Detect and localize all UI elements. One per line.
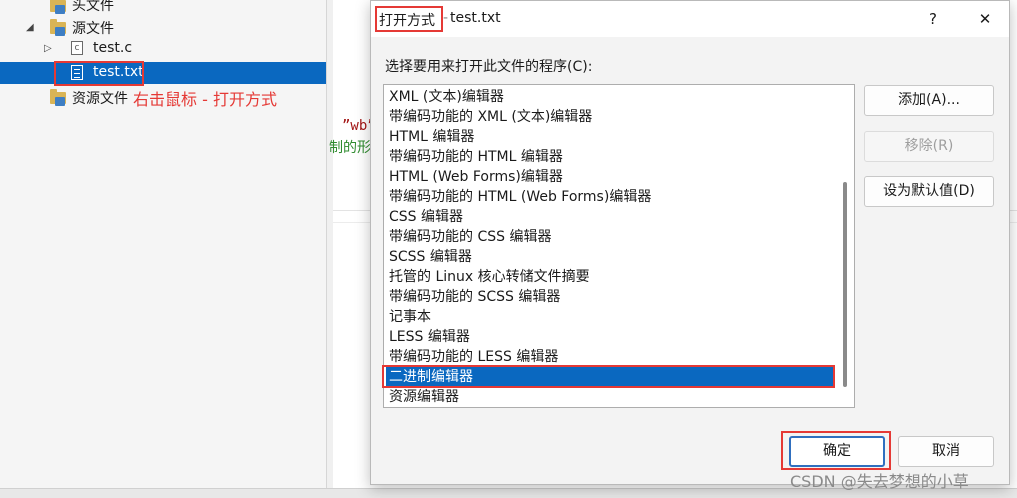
annotation-text: 右击鼠标 - 打开方式 bbox=[133, 90, 277, 109]
tree-item-test-txt[interactable]: test.txt bbox=[0, 62, 326, 84]
tree-item-test-c[interactable]: ▷ c test.c bbox=[0, 38, 326, 60]
program-item[interactable]: HTML 编辑器 bbox=[386, 127, 834, 147]
scrollbar[interactable] bbox=[840, 87, 852, 405]
program-item[interactable]: 带编码功能的 HTML (Web Forms)编辑器 bbox=[386, 187, 834, 207]
collapse-arrow-icon[interactable]: ◢ bbox=[26, 23, 36, 33]
tree-item-label: 源文件 bbox=[72, 21, 114, 37]
dialog-title-file: test.txt bbox=[450, 10, 501, 26]
program-item[interactable]: CSS 编辑器 bbox=[386, 207, 834, 227]
program-item[interactable]: 资源编辑器 bbox=[386, 387, 834, 407]
program-list-label: 选择要用来打开此文件的程序(C): bbox=[385, 59, 593, 75]
dialog-titlebar: 打开方式 - test.txt ? ✕ bbox=[371, 1, 1009, 37]
folder-icon bbox=[50, 0, 66, 14]
tree-item-label: test.c bbox=[93, 40, 133, 56]
program-item[interactable]: LESS 编辑器 bbox=[386, 327, 834, 347]
remove-button[interactable]: 移除(R) bbox=[864, 131, 994, 162]
program-listbox[interactable]: XML (文本)编辑器 带编码功能的 XML (文本)编辑器 HTML 编辑器 … bbox=[383, 84, 855, 408]
code-comment-fragment: 制的形 bbox=[329, 140, 371, 156]
c-file-icon: c bbox=[71, 41, 87, 55]
program-item[interactable]: 带编码功能的 LESS 编辑器 bbox=[386, 347, 834, 367]
program-item[interactable]: XML (文本)编辑器 bbox=[386, 87, 834, 107]
scrollbar-thumb[interactable] bbox=[843, 182, 847, 387]
open-with-dialog: 打开方式 - test.txt ? ✕ 选择要用来打开此文件的程序(C): XM… bbox=[370, 0, 1010, 485]
program-item[interactable]: SCSS 编辑器 bbox=[386, 247, 834, 267]
close-button[interactable]: ✕ bbox=[971, 7, 999, 31]
program-item[interactable]: 记事本 bbox=[386, 307, 834, 327]
tree-item-header-files[interactable]: 头文件 bbox=[0, 0, 326, 16]
watermark-text: CSDN @失去梦想的小草 bbox=[790, 472, 969, 491]
highlight-box bbox=[375, 6, 443, 32]
program-item[interactable]: 带编码功能的 HTML 编辑器 bbox=[386, 147, 834, 167]
program-item[interactable]: 带编码功能的 SCSS 编辑器 bbox=[386, 287, 834, 307]
folder-icon bbox=[50, 89, 66, 106]
program-item[interactable]: HTML (Web Forms)编辑器 bbox=[386, 167, 834, 187]
title-separator: - bbox=[443, 10, 449, 26]
highlight-box bbox=[54, 61, 144, 86]
folder-icon bbox=[50, 19, 66, 36]
program-item[interactable]: 带编码功能的 XML (文本)编辑器 bbox=[386, 107, 834, 127]
highlight-box bbox=[781, 431, 891, 470]
add-button[interactable]: 添加(A)... bbox=[864, 85, 994, 116]
tree-item-label: 头文件 bbox=[72, 0, 114, 14]
expand-arrow-icon[interactable]: ▷ bbox=[44, 44, 54, 54]
cancel-button[interactable]: 取消 bbox=[898, 436, 994, 467]
solution-explorer: 头文件 ◢ 源文件 ▷ c test.c test.txt 资源文件 右击鼠标 … bbox=[0, 0, 327, 488]
help-button[interactable]: ? bbox=[919, 7, 947, 31]
set-default-button[interactable]: 设为默认值(D) bbox=[864, 176, 994, 207]
tree-item-label: 资源文件 bbox=[72, 91, 128, 107]
highlight-box bbox=[382, 365, 835, 388]
program-item[interactable]: 带编码功能的 CSS 编辑器 bbox=[386, 227, 834, 247]
tree-item-source-files[interactable]: ◢ 源文件 bbox=[0, 16, 326, 38]
program-item[interactable]: 托管的 Linux 核心转储文件摘要 bbox=[386, 267, 834, 287]
